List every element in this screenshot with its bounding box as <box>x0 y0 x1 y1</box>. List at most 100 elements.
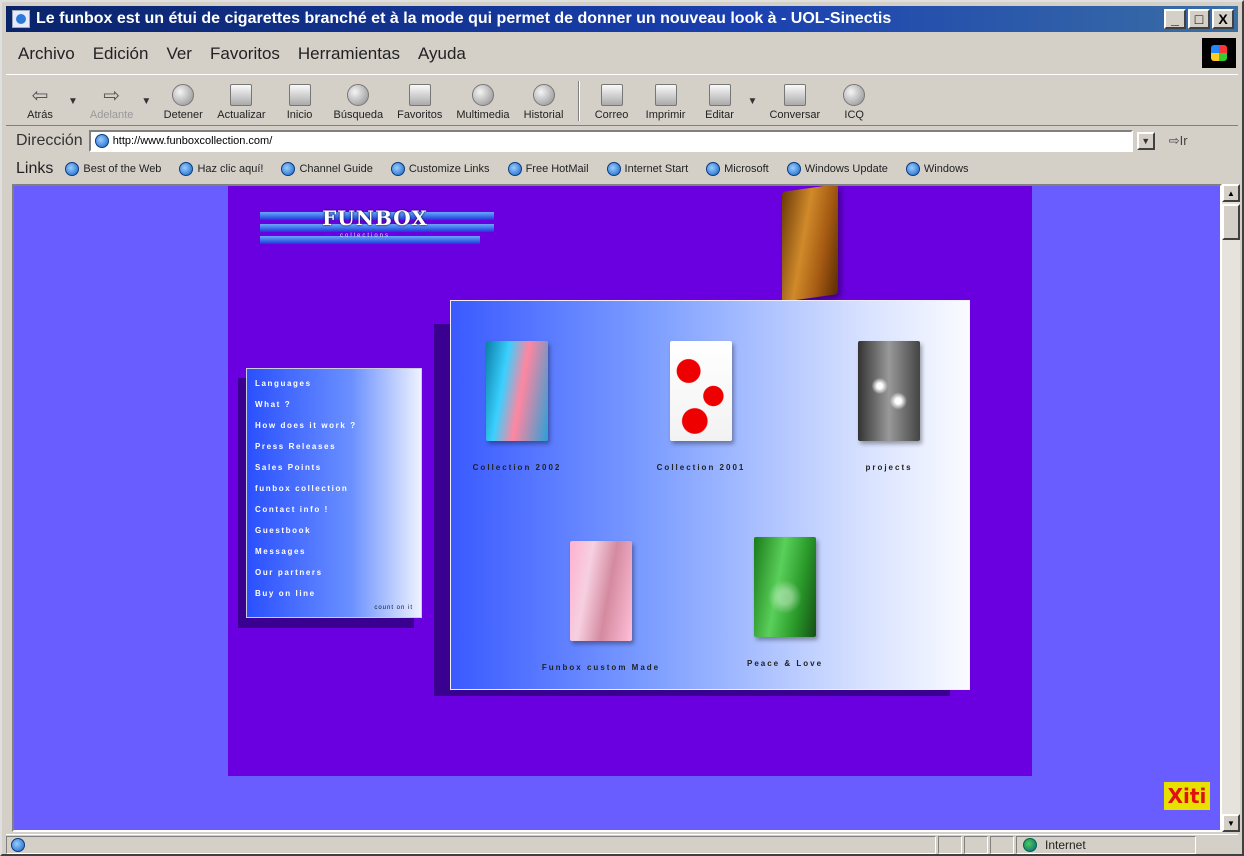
refresh-icon <box>230 84 253 106</box>
icq-button[interactable]: ICQ <box>834 84 874 121</box>
back-dropdown-icon[interactable]: ▼ <box>68 96 78 107</box>
funbox-case-image <box>782 186 838 302</box>
funbox-2002-image <box>486 341 548 441</box>
link-channel-guide[interactable]: Channel Guide <box>281 162 373 176</box>
address-input[interactable]: http://www.funboxcollection.com/ <box>88 130 1133 152</box>
title-bar[interactable]: Le funbox est un étui de cigarettes bran… <box>6 6 1238 32</box>
menu-archivo[interactable]: Archivo <box>18 44 75 64</box>
stop-icon <box>172 84 195 106</box>
forward-button[interactable]: ⇨ Adelante <box>90 84 133 122</box>
link-icon <box>65 162 80 176</box>
menu-link-guestbook[interactable]: Guestbook <box>255 526 311 535</box>
print-button[interactable]: Imprimir <box>646 84 686 121</box>
ie-page-icon <box>12 10 30 28</box>
internet-globe-icon <box>1023 837 1037 852</box>
home-icon <box>288 84 311 106</box>
close-button[interactable]: X <box>1212 9 1234 29</box>
menu-link-messages[interactable]: Messages <box>255 547 306 556</box>
menu-link-buy-online[interactable]: Buy on line <box>255 589 316 598</box>
gallery-item-collection-2001[interactable]: Collection 2001 <box>641 341 761 472</box>
gallery-caption: Collection 2002 <box>472 463 562 472</box>
gallery-caption: Collection 2001 <box>656 463 746 472</box>
vertical-scrollbar[interactable]: ▲ ▼ <box>1222 184 1240 832</box>
link-best-of-web[interactable]: Best of the Web <box>65 162 161 176</box>
links-label: Links <box>16 160 54 177</box>
history-button[interactable]: Historial <box>524 84 564 121</box>
window-title: Le funbox est un étui de cigarettes bran… <box>36 10 892 27</box>
menu-edicion[interactable]: Edición <box>93 44 149 64</box>
windows-logo-icon <box>1202 38 1236 68</box>
browser-window: Le funbox est un étui de cigarettes bran… <box>0 0 1244 856</box>
menu-link-contact-info[interactable]: Contact info ! <box>255 505 329 514</box>
link-internet-start[interactable]: Internet Start <box>606 162 688 176</box>
address-url: http://www.funboxcollection.com/ <box>112 135 273 147</box>
gallery-item-custom-made[interactable]: Funbox custom Made <box>521 541 681 672</box>
gallery-caption: Peace & Love <box>746 659 824 668</box>
menu-link-sales-points[interactable]: Sales Points <box>255 463 322 472</box>
xiti-badge[interactable]: Xiti <box>1164 782 1210 810</box>
funbox-2001-hearts-image <box>670 341 732 441</box>
menu-link-partners[interactable]: Our partners <box>255 568 323 577</box>
link-free-hotmail[interactable]: Free HotMail <box>507 162 589 176</box>
maximize-button[interactable]: □ <box>1188 9 1210 29</box>
minimize-button[interactable]: _ <box>1164 9 1186 29</box>
menu-ayuda[interactable]: Ayuda <box>418 44 466 64</box>
scroll-down-icon[interactable]: ▼ <box>1222 814 1240 832</box>
search-button[interactable]: Búsqueda <box>334 84 383 121</box>
link-icon <box>786 162 801 176</box>
gallery-item-peace-love[interactable]: Peace & Love <box>725 537 845 668</box>
funbox-logo[interactable]: FUNBOX collections <box>260 206 494 244</box>
stop-button[interactable]: Detener <box>163 84 203 121</box>
link-icon <box>905 162 920 176</box>
link-icon <box>281 162 296 176</box>
history-icon <box>532 84 555 106</box>
media-icon <box>471 84 494 106</box>
address-dropdown-icon[interactable]: ▼ <box>1136 132 1155 150</box>
status-page-icon <box>11 837 25 852</box>
menu-favoritos[interactable]: Favoritos <box>210 44 280 64</box>
collection-gallery: Collection 2002 Collection 2001 projects… <box>450 300 970 690</box>
go-button[interactable]: ⇨Ir <box>1169 133 1188 149</box>
search-icon <box>347 84 370 106</box>
link-haz-clic[interactable]: Haz clic aquí! <box>179 162 263 176</box>
menu-link-what[interactable]: What ? <box>255 400 291 409</box>
gallery-caption: Funbox custom Made <box>541 663 661 672</box>
home-button[interactable]: Inicio <box>280 84 320 121</box>
link-icon <box>606 162 621 176</box>
menu-link-languages[interactable]: Languages <box>255 379 312 388</box>
menu-link-funbox-collection[interactable]: funbox collection <box>255 484 348 493</box>
link-icon <box>179 162 194 176</box>
site-menu: Languages What ? How does it work ? Pres… <box>246 368 422 618</box>
back-button[interactable]: ⇦ Atrás <box>20 84 60 122</box>
menu-link-press-releases[interactable]: Press Releases <box>255 442 336 451</box>
link-microsoft[interactable]: Microsoft <box>706 162 769 176</box>
menu-herramientas[interactable]: Herramientas <box>298 44 400 64</box>
link-windows[interactable]: Windows <box>905 162 969 176</box>
forward-arrow-icon: ⇨ <box>103 84 120 107</box>
discuss-icon <box>783 84 806 106</box>
mail-button[interactable]: Correo <box>592 84 632 121</box>
forward-dropdown-icon[interactable]: ▼ <box>141 96 151 107</box>
link-customize-links[interactable]: Customize Links <box>390 162 490 176</box>
address-label: Dirección <box>16 132 83 149</box>
funbox-custom-image <box>570 541 632 641</box>
media-button[interactable]: Multimedia <box>456 84 510 121</box>
gallery-item-projects[interactable]: projects <box>829 341 949 472</box>
edit-dropdown-icon[interactable]: ▼ <box>748 96 758 107</box>
favorites-button[interactable]: Favoritos <box>397 84 442 121</box>
gallery-item-collection-2002[interactable]: Collection 2002 <box>457 341 577 472</box>
funbox-peace-love-image <box>754 537 816 637</box>
menu-link-how-it-works[interactable]: How does it work ? <box>255 421 357 430</box>
logo-subtitle: collections <box>340 233 391 239</box>
discuss-button[interactable]: Conversar <box>769 84 820 121</box>
menu-ver[interactable]: Ver <box>166 44 192 64</box>
scroll-up-icon[interactable]: ▲ <box>1222 184 1240 202</box>
link-windows-update[interactable]: Windows Update <box>786 162 888 176</box>
link-icon <box>390 162 405 176</box>
refresh-button[interactable]: Actualizar <box>217 84 266 121</box>
link-icon <box>706 162 721 176</box>
edit-icon <box>708 84 731 106</box>
scroll-thumb[interactable] <box>1222 204 1240 240</box>
edit-button[interactable]: Editar <box>700 84 740 121</box>
menu-bar: Archivo Edición Ver Favoritos Herramient… <box>6 36 1238 72</box>
